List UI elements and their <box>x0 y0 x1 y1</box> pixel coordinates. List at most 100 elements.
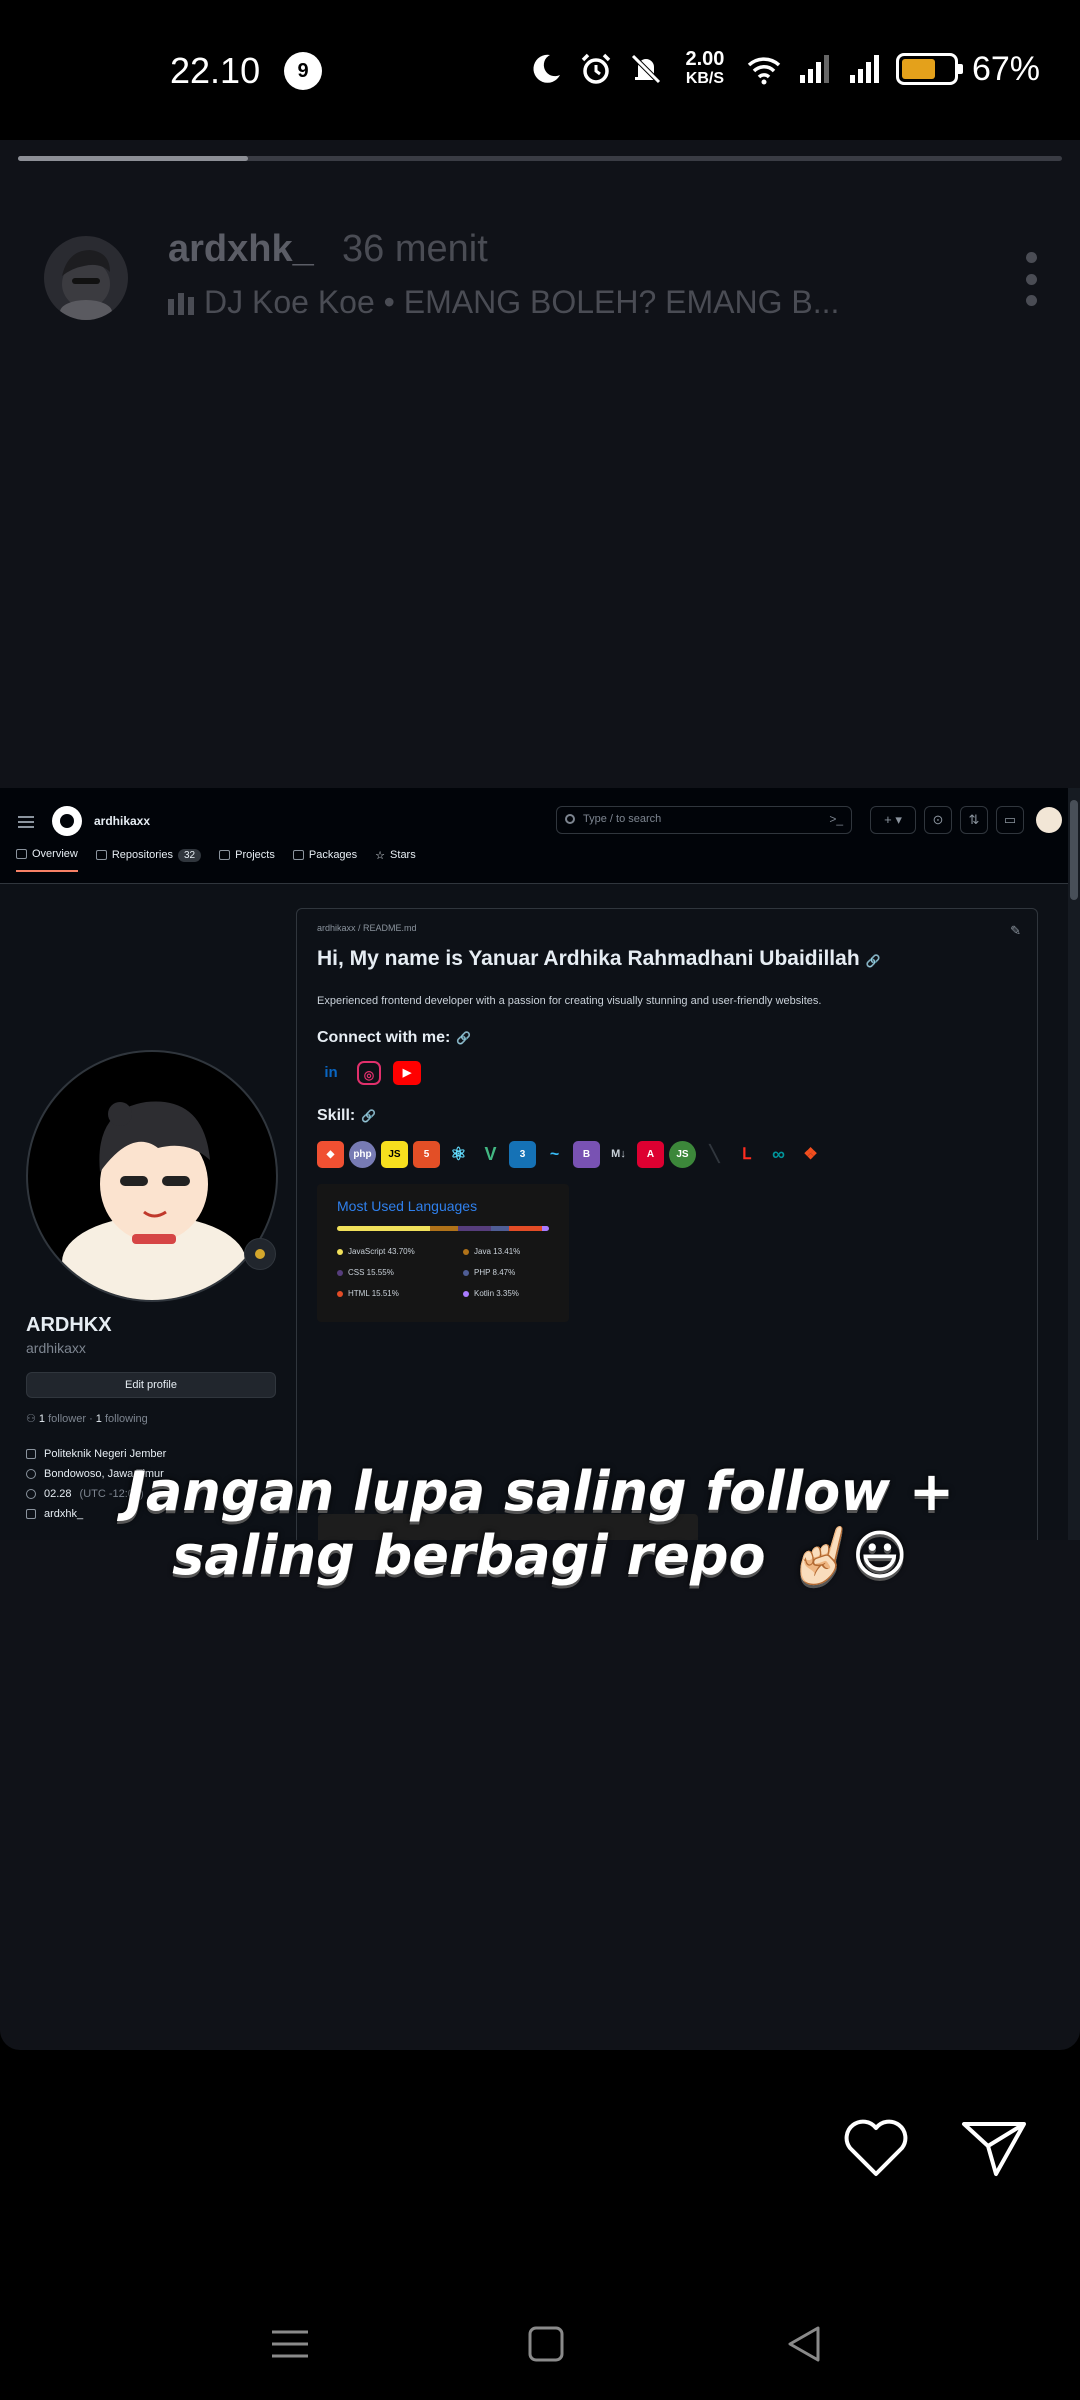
story-username[interactable]: ardxhk_ <box>168 228 314 271</box>
following-count: 1 <box>95 1413 102 1425</box>
follow-stats: ⚇ 1 follower · 1 following <box>26 1413 148 1425</box>
story-music-title: DJ Koe Koe • EMANG BOLEH? EMANG B... <box>204 284 840 320</box>
language-legend-item: Java 13.41% <box>463 1247 563 1256</box>
tab-stars: ☆ Stars <box>375 848 416 872</box>
markdown-icon: M↓ <box>611 1148 626 1160</box>
story-header: ardxhk_ 36 menit DJ Koe Koe • EMANG BOLE… <box>0 180 1080 320</box>
github-user-avatar <box>1036 807 1062 833</box>
battery-percent: 67% <box>971 49 1040 88</box>
following-label: following <box>104 1413 148 1425</box>
issues-icon: ⊙ <box>924 806 952 834</box>
link-icon: 🔗 <box>865 954 881 968</box>
clock: 22.10 <box>170 50 261 91</box>
tab-label: Overview <box>32 848 78 860</box>
alarm-icon <box>581 53 611 84</box>
readme-title: Hi, My name is Yanuar Ardhika Rahmadhani… <box>317 947 1017 971</box>
link-icon: 🔗 <box>361 1109 377 1123</box>
language-dot <box>337 1290 343 1297</box>
bootstrap-icon: B <box>573 1141 600 1168</box>
css3-icon: 3 <box>509 1141 536 1168</box>
language-dot <box>463 1248 469 1255</box>
organization: Politeknik Negeri Jember <box>44 1448 167 1460</box>
tab-packages: Packages <box>292 848 357 872</box>
story-viewer[interactable]: ardxhk_ 36 menit DJ Koe Koe • EMANG BOLE… <box>0 140 1080 2050</box>
tab-label: Projects <box>235 849 275 861</box>
story-author-avatar[interactable] <box>44 236 128 320</box>
back-icon[interactable] <box>780 2320 828 2368</box>
language-label: JavaScript 43.70% <box>348 1247 415 1256</box>
send-icon[interactable] <box>958 2116 1030 2180</box>
battery-level <box>901 59 936 79</box>
nodejs-icon: JS <box>669 1141 696 1168</box>
angular-icon: A <box>637 1141 664 1168</box>
figma-icon: ❖ <box>803 1146 818 1163</box>
languages-title: Most Used Languages <box>337 1198 478 1214</box>
tailwind-icon: ~ <box>549 1146 560 1163</box>
language-bar-segment <box>541 1226 549 1231</box>
tab-projects: Projects <box>219 848 275 872</box>
social-icons: in ◎ ▶ <box>317 1061 1017 1085</box>
laravel-alt-icon: ╲ <box>709 1146 720 1163</box>
tab-label: Stars <box>390 849 416 861</box>
search-icon <box>565 814 575 824</box>
react-icon: ⚛ <box>450 1144 467 1164</box>
github-profile-screenshot: ardhikaxx Type / to search >_ + ▾ ⊙ ⇅ ▭ … <box>0 788 1080 1540</box>
story-time: 36 menit <box>342 228 488 270</box>
language-label: Java 13.41% <box>474 1247 521 1256</box>
network-speed-unit: KB/S <box>685 70 725 87</box>
language-bar-segment <box>491 1226 509 1231</box>
connect-heading-text: Connect with me: <box>317 1029 451 1046</box>
package-icon <box>292 850 304 860</box>
javascript-icon: JS <box>381 1141 408 1168</box>
music-equalizer-icon <box>168 291 194 315</box>
story-music[interactable]: DJ Koe Koe • EMANG BOLEH? EMANG B... <box>168 284 839 321</box>
language-bar-segment <box>337 1226 430 1231</box>
language-dot <box>337 1248 343 1255</box>
status-icons: 2.00 KB/S 67% <box>528 44 1040 94</box>
git-icon: ◆ <box>317 1141 344 1168</box>
scrollbar <box>1068 788 1080 1540</box>
skill-heading-text: Skill: <box>317 1107 356 1124</box>
more-options-icon[interactable] <box>1024 252 1038 306</box>
book-icon <box>16 849 27 859</box>
create-new-icon: + ▾ <box>870 806 916 834</box>
language-legend-item: JavaScript 43.70% <box>337 1247 463 1256</box>
network-speed-value: 2.00 <box>685 48 725 70</box>
github-profile-avatar <box>26 1050 278 1302</box>
github-search-input: Type / to search >_ <box>556 806 852 834</box>
pencil-icon: ✎ <box>1010 923 1021 938</box>
star-icon: ☆ <box>375 849 386 862</box>
language-dot <box>337 1269 343 1276</box>
php-icon: php <box>349 1141 376 1168</box>
skill-heading: Skill: 🔗 <box>317 1107 1017 1125</box>
battery-icon <box>895 53 963 85</box>
menu-icon[interactable] <box>266 2320 314 2368</box>
language-legend-item: PHP 8.47% <box>463 1268 563 1277</box>
moon-icon <box>533 54 560 83</box>
github-header: ardhikaxx Type / to search >_ + ▾ ⊙ ⇅ ▭ … <box>0 788 1080 884</box>
home-icon[interactable] <box>522 2320 570 2368</box>
command-palette-icon: >_ <box>829 812 843 826</box>
language-legend-item: CSS 15.55% <box>337 1268 463 1277</box>
organization-row: Politeknik Negeri Jember <box>26 1448 166 1460</box>
story-progress-fill <box>18 156 248 161</box>
github-header-tools: + ▾ ⊙ ⇅ ▭ <box>870 806 1062 834</box>
story-caption: Jangan lupa saling follow + saling berba… <box>0 1460 1080 1588</box>
github-profile-tabs: Overview Repositories 32 Projects Package… <box>16 848 416 872</box>
languages-bar <box>337 1226 549 1231</box>
arduino-icon: ∞ <box>772 1144 785 1164</box>
language-label: PHP 8.47% <box>474 1268 516 1277</box>
language-bar-segment <box>508 1226 542 1231</box>
people-icon: ⚇ <box>26 1413 39 1425</box>
language-legend-item: HTML 15.51% <box>337 1289 463 1298</box>
notification-count-badge: 9 <box>284 52 322 90</box>
followers-label: follower <box>48 1413 87 1425</box>
signal-icon-2 <box>849 55 879 83</box>
scrollbar-thumb <box>1070 800 1078 900</box>
github-logo-icon <box>52 806 82 836</box>
hamburger-icon <box>18 816 34 828</box>
github-header-username: ardhikaxx <box>94 814 151 828</box>
heart-icon[interactable] <box>840 2116 912 2180</box>
edit-profile-button: Edit profile <box>26 1372 276 1398</box>
language-label: CSS 15.55% <box>348 1268 394 1277</box>
